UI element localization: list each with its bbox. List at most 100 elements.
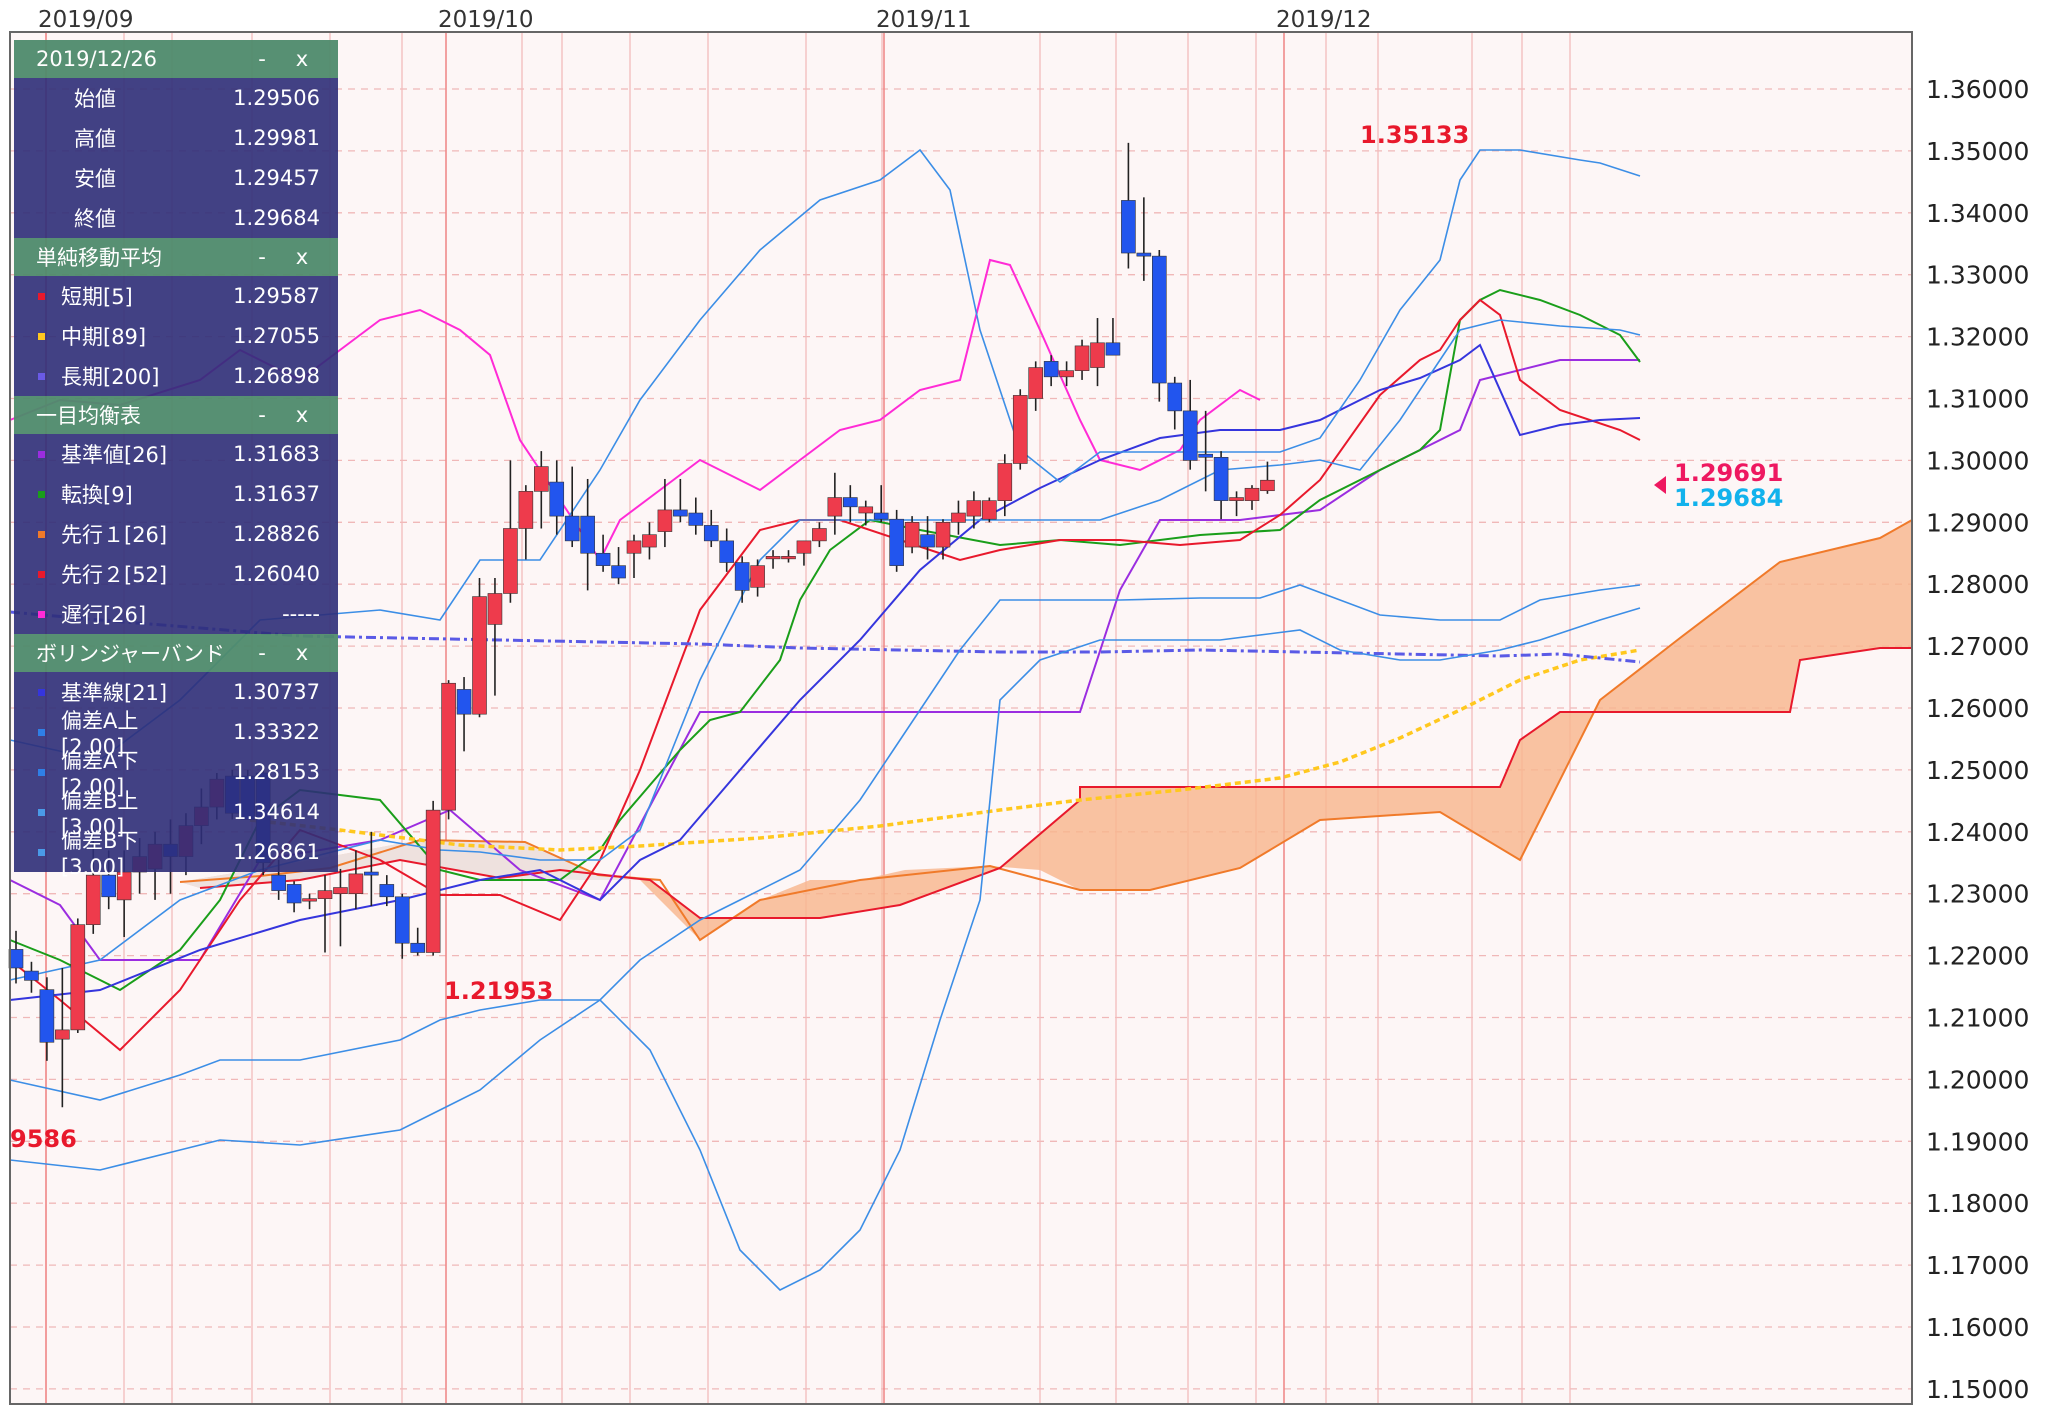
ohlc-value: 1.29506 — [233, 86, 320, 110]
ichimoku-row: 先行１[26] 1.28826 — [14, 514, 338, 554]
price-tick-label: 1.23000 — [1926, 880, 2029, 909]
ichimoku-row: 遅行[26] ----- — [14, 594, 338, 634]
ichimoku-value: 1.31637 — [233, 482, 320, 506]
bearish-candle-body — [1136, 252, 1152, 257]
ohlc-open-row: 始値 1.29506 — [14, 78, 338, 118]
bollinger-value: 1.28153 — [233, 760, 320, 784]
candle[interactable] — [70, 918, 86, 1033]
bullish-candle-body — [904, 521, 920, 548]
price-label-top: 1.29691 — [1674, 459, 1783, 487]
price-tick-label: 1.24000 — [1926, 818, 2029, 847]
bollinger-header: ボリンジャーバンド - x — [14, 634, 338, 672]
ohlc-label: 終値 — [74, 207, 116, 231]
candle[interactable] — [472, 578, 487, 718]
bullish-candle-body — [70, 924, 86, 1031]
bollinger-label: 偏差B下[3.00] — [61, 829, 139, 879]
bearish-candle-body — [1213, 457, 1229, 501]
ichimoku-label: 先行１[26] — [61, 523, 168, 547]
bearish-candle-body — [873, 512, 889, 520]
bullish-candle-body — [518, 491, 534, 529]
bullish-candle-body — [348, 873, 364, 895]
bullish-candle-body — [55, 1029, 70, 1040]
candle[interactable] — [1152, 249, 1167, 402]
bearish-candle-body — [889, 518, 904, 566]
date-label: 2019/10 — [438, 7, 534, 33]
minimize-button[interactable]: - — [242, 403, 282, 427]
candle[interactable] — [425, 800, 441, 956]
ichimoku-row: 転換[9] 1.31637 — [14, 474, 338, 514]
price-tick-label: 1.17000 — [1926, 1251, 2029, 1280]
ohlc-label: 始値 — [74, 87, 116, 111]
bullish-candle-body — [317, 890, 333, 899]
bearish-candle-body — [842, 497, 858, 508]
bullish-candle-body — [1028, 367, 1043, 399]
bullish-candle-body — [642, 534, 657, 548]
ohlc-value: 1.29981 — [233, 126, 320, 150]
price-tick-label: 1.34000 — [1926, 199, 2029, 228]
ohlc-value: 1.29457 — [233, 166, 320, 190]
candle[interactable] — [1012, 389, 1028, 470]
close-button[interactable]: x — [282, 47, 322, 71]
price-tick-label: 1.15000 — [1926, 1375, 2029, 1404]
price-tick-label: 1.36000 — [1926, 75, 2029, 104]
price-tick-label: 1.22000 — [1926, 942, 2029, 971]
date-label: 2019/09 — [38, 7, 134, 33]
indicator-legend: 2019/12/26 - x 始値 1.29506 高値 1.29981 安値 1.2… — [14, 40, 338, 879]
left-low-label: 9586 — [10, 1125, 77, 1153]
price-tick-label: 1.20000 — [1926, 1065, 2029, 1094]
bullish-candle-body — [626, 540, 642, 554]
candle[interactable] — [441, 680, 456, 820]
price-tick-label: 1.27000 — [1926, 632, 2029, 661]
bearish-candle-body — [564, 515, 580, 542]
bearish-candle-body — [673, 509, 688, 517]
candle[interactable] — [982, 497, 997, 523]
sma-color-swatch — [38, 292, 45, 300]
ichimoku-header: 一目均衡表 - x — [14, 396, 338, 434]
bearish-candle-body — [734, 562, 750, 591]
bullish-candle-body — [750, 565, 765, 588]
bearish-candle-body — [271, 874, 286, 891]
bearish-candle-body — [39, 989, 55, 1043]
bearish-candle-body — [1043, 361, 1059, 378]
bullish-candle-body — [812, 528, 827, 542]
price-label-bottom: 1.29684 — [1674, 484, 1783, 512]
bollinger-color-swatch — [38, 808, 45, 816]
price-tick-label: 1.26000 — [1926, 694, 2029, 723]
bollinger-color-swatch — [38, 768, 45, 776]
price-tick-label: 1.35000 — [1926, 137, 2029, 166]
price-tick-label: 1.30000 — [1926, 446, 2029, 475]
close-button[interactable]: x — [282, 245, 322, 269]
minimize-button[interactable]: - — [242, 641, 282, 665]
bullish-candle-body — [1244, 487, 1260, 501]
bearish-candle-body — [1105, 342, 1121, 356]
candle[interactable] — [889, 509, 904, 572]
bullish-candle-body — [951, 512, 966, 523]
sma-label: 中期[89] — [61, 325, 147, 349]
ichimoku-color-swatch — [38, 610, 45, 618]
bearish-candle-body — [24, 970, 39, 981]
ichimoku-rows: 基準値[26] 1.31683 転換[9] 1.31637 先行１[26] 1.28826… — [14, 434, 338, 634]
ohlc-date: 2019/12/26 — [36, 47, 158, 71]
bullish-candle-body — [425, 809, 441, 953]
bullish-candle-body — [503, 528, 518, 594]
close-button[interactable]: x — [282, 641, 322, 665]
minimize-button[interactable]: - — [242, 245, 282, 269]
bullish-candle-body — [781, 556, 796, 560]
bearish-candle-body — [703, 525, 719, 542]
bearish-candle-body — [364, 871, 379, 876]
ohlc-close-row: 終値 1.29684 — [14, 198, 338, 238]
minimize-button[interactable]: - — [242, 47, 282, 71]
price-tick-label: 1.19000 — [1926, 1127, 2029, 1156]
sma-title: 単純移動平均 — [36, 246, 162, 270]
price-tick-label: 1.29000 — [1926, 508, 2029, 537]
ichimoku-row: 基準値[26] 1.31683 — [14, 434, 338, 474]
bullish-candle-body — [302, 898, 317, 902]
ohlc-label: 高値 — [74, 127, 116, 151]
sma-value: 1.26898 — [233, 364, 320, 388]
bollinger-color-swatch — [38, 688, 45, 696]
close-button[interactable]: x — [282, 403, 322, 427]
bollinger-color-swatch — [38, 848, 45, 856]
sma-label: 短期[5] — [61, 285, 133, 309]
ohlc-low-row: 安値 1.29457 — [14, 158, 338, 198]
ichimoku-color-swatch — [38, 450, 45, 458]
